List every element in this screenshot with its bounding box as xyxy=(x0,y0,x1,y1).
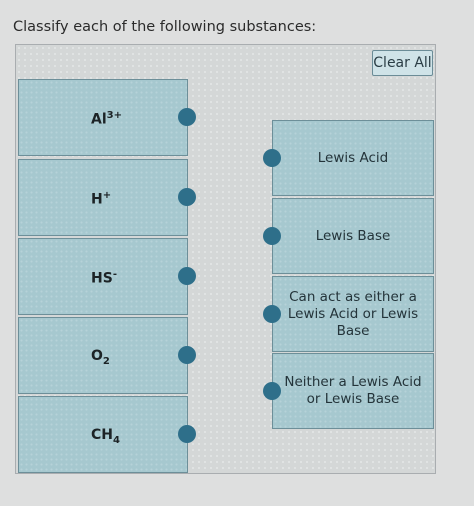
connector-tab-icon xyxy=(178,267,196,285)
connector-tab-icon xyxy=(178,425,196,443)
substance-card-hplus[interactable]: H+ xyxy=(18,159,196,236)
substance-card-ch4[interactable]: CH4 xyxy=(18,396,196,473)
substance-label: H+ xyxy=(91,190,112,208)
substance-card-o2[interactable]: O2 xyxy=(18,317,196,394)
substance-label: Al3+ xyxy=(91,110,122,128)
substance-label: HS- xyxy=(91,269,117,287)
substance-card-hsminus[interactable]: HS- xyxy=(18,238,196,315)
category-label: Can act as either a Lewis Acid or Lewis … xyxy=(287,288,419,339)
connector-tab-icon xyxy=(178,188,196,206)
clear-all-button[interactable]: Clear All xyxy=(372,50,433,76)
category-lewis-acid[interactable]: Lewis Acid xyxy=(263,120,434,196)
category-either[interactable]: Can act as either a Lewis Acid or Lewis … xyxy=(263,276,434,352)
category-neither[interactable]: Neither a Lewis Acid or Lewis Base xyxy=(263,353,434,429)
category-label: Lewis Base xyxy=(315,227,391,244)
substance-card-al3plus[interactable]: Al3+ xyxy=(18,79,196,156)
substance-label: O2 xyxy=(91,348,110,367)
question-prompt: Classify each of the following substance… xyxy=(13,19,317,35)
category-label: Neither a Lewis Acid or Lewis Base xyxy=(284,374,422,407)
substance-label: CH4 xyxy=(91,427,120,446)
connector-tab-icon xyxy=(178,108,196,126)
connector-tab-icon xyxy=(178,346,196,364)
category-lewis-base[interactable]: Lewis Base xyxy=(263,198,434,274)
category-label: Lewis Acid xyxy=(317,149,389,166)
